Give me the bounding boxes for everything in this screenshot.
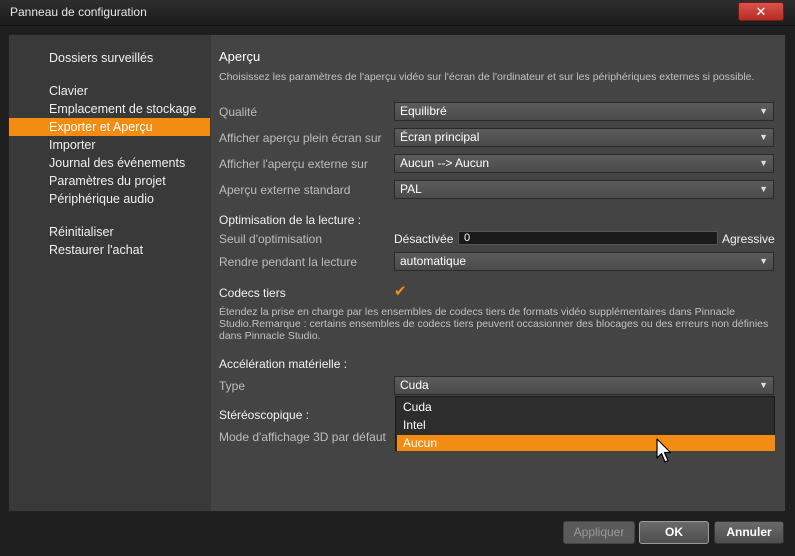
chevron-down-icon: ▼ bbox=[759, 380, 768, 390]
chevron-down-icon: ▼ bbox=[759, 132, 768, 142]
sidebar-item-export-preview[interactable]: Exporter et Aperçu bbox=[9, 118, 210, 136]
fullscreen-label: Afficher aperçu plein écran sur bbox=[219, 131, 382, 145]
dropdown-option-aucun[interactable]: Aucun bbox=[397, 435, 775, 451]
quality-label: Qualité bbox=[219, 105, 258, 119]
cancel-button[interactable]: Annuler bbox=[714, 521, 784, 544]
close-button[interactable]: ✕ bbox=[738, 2, 784, 21]
ok-button[interactable]: OK bbox=[639, 521, 709, 544]
external-standard-dropdown[interactable]: PAL ▼ bbox=[394, 180, 774, 199]
chevron-down-icon: ▼ bbox=[759, 106, 768, 116]
render-dropdown[interactable]: automatique ▼ bbox=[394, 252, 774, 271]
preview-title: Aperçu bbox=[219, 49, 261, 64]
preview-description: Choisissez les paramètres de l'aperçu vi… bbox=[219, 71, 755, 83]
codecs-description: Étendez la prise en charge par les ensem… bbox=[219, 306, 769, 342]
chevron-down-icon: ▼ bbox=[759, 184, 768, 194]
threshold-slider[interactable]: 0 bbox=[458, 231, 718, 245]
sidebar-item-watched-folders[interactable]: Dossiers surveillés bbox=[9, 49, 210, 67]
hardware-type-label: Type bbox=[219, 379, 246, 393]
fullscreen-value: Écran principal bbox=[400, 130, 480, 144]
quality-value: Equilibré bbox=[400, 104, 447, 118]
title-bar: Panneau de configuration ✕ bbox=[0, 0, 795, 26]
dropdown-option-cuda[interactable]: Cuda bbox=[397, 399, 775, 415]
close-icon: ✕ bbox=[755, 4, 767, 19]
fullscreen-dropdown[interactable]: Écran principal ▼ bbox=[394, 128, 774, 147]
chevron-down-icon: ▼ bbox=[759, 256, 768, 266]
mouse-cursor-icon bbox=[656, 438, 672, 463]
quality-dropdown[interactable]: Equilibré ▼ bbox=[394, 102, 774, 121]
sidebar-item-audio-device[interactable]: Périphérique audio bbox=[9, 190, 210, 208]
threshold-min-label: Désactivée bbox=[394, 232, 454, 246]
sidebar-item-keyboard[interactable]: Clavier bbox=[9, 82, 210, 100]
stereo-title: Stéréoscopique : bbox=[219, 408, 310, 422]
window-title: Panneau de configuration bbox=[10, 5, 147, 19]
hardware-type-value: Cuda bbox=[400, 378, 429, 392]
sidebar-item-event-log[interactable]: Journal des événements bbox=[9, 154, 210, 172]
apply-button[interactable]: Appliquer bbox=[563, 521, 635, 544]
hardware-type-dropdown[interactable]: Cuda ▼ bbox=[394, 376, 774, 395]
threshold-label: Seuil d'optimisation bbox=[219, 232, 323, 246]
sidebar-item-reset[interactable]: Réinitialiser bbox=[9, 223, 210, 241]
codecs-label: Codecs tiers bbox=[219, 286, 286, 300]
hardware-type-options: Cuda Intel Aucun bbox=[395, 396, 775, 451]
sidebar-item-project-settings[interactable]: Paramètres du projet bbox=[9, 172, 210, 190]
external-dropdown[interactable]: Aucun --> Aucun ▼ bbox=[394, 154, 774, 173]
playback-title: Optimisation de la lecture : bbox=[219, 213, 362, 227]
codecs-checkbox[interactable]: ✔ bbox=[394, 283, 410, 300]
stereo-mode-label: Mode d'affichage 3D par défaut bbox=[219, 430, 386, 444]
external-label: Afficher l'aperçu externe sur bbox=[219, 157, 368, 171]
threshold-max-label: Agressive bbox=[722, 232, 775, 246]
external-standard-label: Aperçu externe standard bbox=[219, 183, 351, 197]
external-standard-value: PAL bbox=[400, 182, 422, 196]
render-label: Rendre pendant la lecture bbox=[219, 255, 358, 269]
sidebar-item-storage[interactable]: Emplacement de stockage bbox=[9, 100, 210, 118]
dropdown-option-intel[interactable]: Intel bbox=[397, 417, 775, 433]
sidebar: Dossiers surveillés Clavier Emplacement … bbox=[9, 35, 210, 511]
render-value: automatique bbox=[400, 254, 467, 268]
hardware-title: Accélération matérielle : bbox=[219, 357, 348, 371]
sidebar-item-import[interactable]: Importer bbox=[9, 136, 210, 154]
external-value: Aucun --> Aucun bbox=[400, 156, 490, 170]
threshold-value: 0 bbox=[464, 232, 471, 244]
chevron-down-icon: ▼ bbox=[759, 158, 768, 168]
sidebar-item-restore-purchase[interactable]: Restaurer l'achat bbox=[9, 241, 210, 259]
checkmark-icon: ✔ bbox=[394, 283, 407, 300]
